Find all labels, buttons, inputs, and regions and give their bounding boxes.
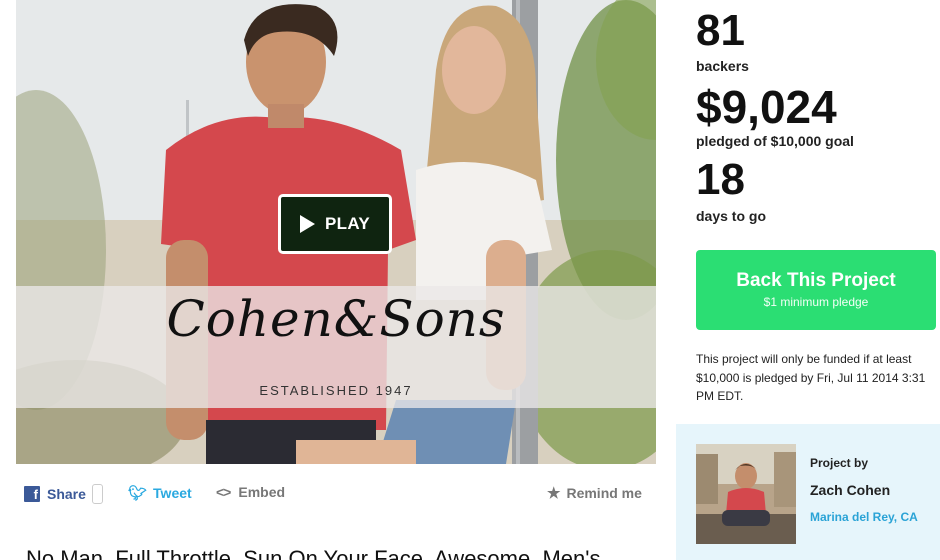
project-video[interactable]: PLAY Cohen&Sons ESTABLISHED 1947 [16,0,656,464]
star-icon: ★ [547,485,561,502]
creator-card: Project by Zach Cohen Marina del Rey, CA [676,424,940,560]
share-bar: f Share 🐦︎ Tweet <> Embed ★ Remind me [24,484,656,506]
embed-label: Embed [238,484,286,500]
back-this-project-button[interactable]: Back This Project $1 minimum pledge [696,250,936,330]
creator-avatar[interactable] [696,444,796,544]
facebook-share-count [91,484,103,504]
project-page: PLAY Cohen&Sons ESTABLISHED 1947 f Share… [0,0,940,560]
days-to-go-label: days to go [696,208,767,224]
creator-location-link[interactable]: Marina del Rey, CA [810,510,918,524]
twitter-icon: 🐦︎ [128,485,148,502]
brand-tagline: ESTABLISHED 1947 [259,383,413,398]
creator-photo [696,444,796,544]
brand-logo-text: Cohen&Sons [166,290,506,348]
project-title: No Man. Full Throttle. Sun On Your Face.… [26,546,601,560]
creator-name[interactable]: Zach Cohen [810,482,890,498]
tweet-button[interactable]: 🐦︎ Tweet [128,484,192,502]
tweet-label: Tweet [153,485,192,501]
embed-button[interactable]: <> Embed [216,484,285,500]
facebook-icon: f [24,486,40,502]
play-icon [300,215,315,233]
pledged-amount: $9,024 [696,81,837,133]
embed-icon: <> [216,484,231,500]
days-to-go-count: 18 [696,155,745,204]
facebook-share-button[interactable]: f Share [24,484,103,504]
backers-label: backers [696,58,749,74]
remind-me-label: Remind me [566,485,642,501]
remind-me-button[interactable]: ★ Remind me [547,484,642,502]
back-button-label: Back This Project [736,270,896,291]
pledged-goal-label: pledged of $10,000 goal [696,133,854,149]
minimum-pledge-label: $1 minimum pledge [763,295,869,309]
facebook-share-label: Share [47,486,86,502]
backers-count: 81 [696,6,745,55]
funding-note: This project will only be funded if at l… [696,352,926,403]
play-button[interactable]: PLAY [278,194,392,254]
project-by-label: Project by [810,456,869,470]
play-label: PLAY [325,214,370,233]
